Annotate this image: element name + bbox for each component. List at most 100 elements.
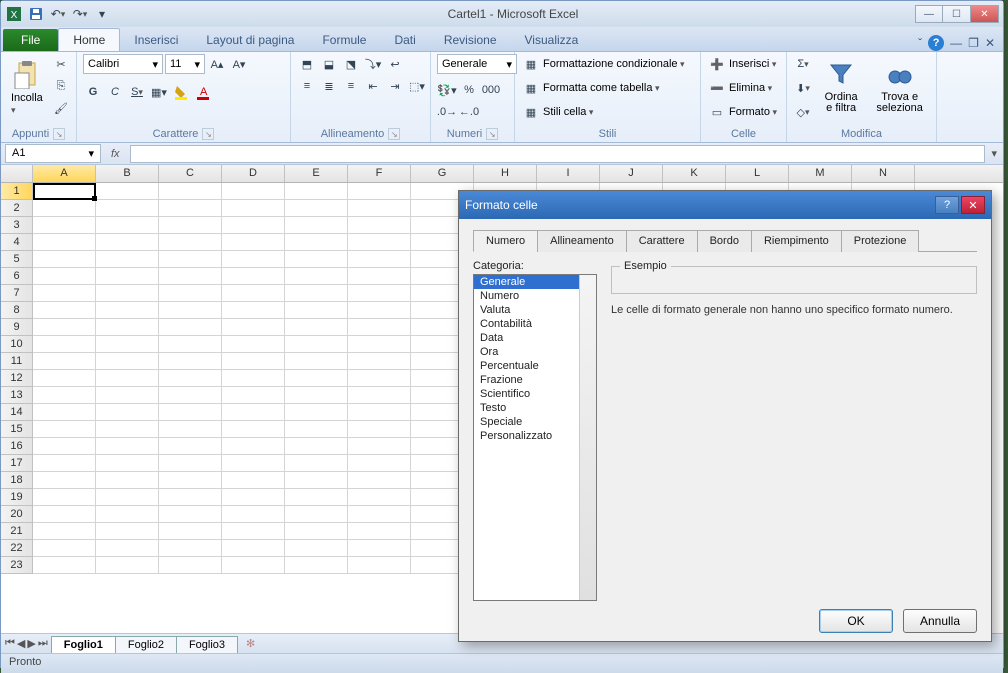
dlg-tab-protezione[interactable]: Protezione	[841, 230, 920, 252]
col-header[interactable]: J	[600, 165, 663, 182]
autosum-icon[interactable]: Σ	[793, 54, 813, 74]
align-bottom-icon[interactable]: ⬔	[341, 54, 361, 74]
dlg-tab-allineamento[interactable]: Allineamento	[537, 230, 627, 252]
workbook-restore-icon[interactable]: ❐	[968, 36, 979, 50]
tab-revisione[interactable]: Revisione	[430, 29, 511, 51]
row-header[interactable]: 2	[1, 200, 33, 217]
paste-button[interactable]: Incolla	[7, 54, 47, 120]
tab-layout[interactable]: Layout di pagina	[192, 29, 308, 51]
align-middle-icon[interactable]: ⬓	[319, 54, 339, 74]
font-color-button[interactable]: A	[193, 82, 213, 102]
maximize-button[interactable]: ☐	[943, 5, 971, 23]
list-item[interactable]: Personalizzato	[474, 429, 596, 443]
row-header[interactable]: 20	[1, 506, 33, 523]
row-header[interactable]: 21	[1, 523, 33, 540]
select-all-corner[interactable]	[1, 165, 33, 182]
name-box[interactable]: A1▾	[5, 144, 101, 163]
list-item[interactable]: Numero	[474, 289, 596, 303]
underline-button[interactable]: S	[127, 82, 147, 102]
launcher-carattere[interactable]: ↘	[202, 128, 214, 140]
row-header[interactable]: 19	[1, 489, 33, 506]
close-button[interactable]: ✕	[971, 5, 999, 23]
merge-icon[interactable]: ⬚▾	[407, 76, 427, 96]
sort-filter-button[interactable]: Ordina e filtra	[817, 54, 865, 118]
new-sheet-icon[interactable]: ✻	[238, 637, 263, 650]
fill-color-button[interactable]	[171, 82, 191, 102]
dlg-tab-numero[interactable]: Numero	[473, 230, 538, 252]
dlg-tab-carattere[interactable]: Carattere	[626, 230, 698, 252]
workbook-minimize-icon[interactable]: —	[950, 36, 962, 50]
row-header[interactable]: 9	[1, 319, 33, 336]
category-listbox[interactable]: GeneraleNumeroValutaContabilitàDataOraPe…	[473, 274, 597, 601]
row-header[interactable]: 4	[1, 234, 33, 251]
delete-cell-button[interactable]: Elimina	[729, 82, 772, 94]
file-tab[interactable]: File	[3, 29, 58, 51]
cond-format-button[interactable]: Formattazione condizionale	[543, 58, 685, 70]
list-item[interactable]: Scientifico	[474, 387, 596, 401]
list-item[interactable]: Testo	[474, 401, 596, 415]
row-header[interactable]: 17	[1, 455, 33, 472]
align-top-icon[interactable]: ⬒	[297, 54, 317, 74]
sheet-tab-1[interactable]: Foglio1	[51, 636, 116, 653]
orientation-icon[interactable]: ⤵▾	[363, 54, 383, 74]
italic-button[interactable]: C	[105, 82, 125, 102]
dialog-close-button[interactable]: ✕	[961, 196, 985, 214]
row-header[interactable]: 13	[1, 387, 33, 404]
fx-icon[interactable]: fx	[105, 148, 126, 160]
tab-formule[interactable]: Formule	[308, 29, 380, 51]
col-header[interactable]: K	[663, 165, 726, 182]
workbook-close-icon[interactable]: ✕	[985, 36, 995, 50]
row-header[interactable]: 16	[1, 438, 33, 455]
align-center-icon[interactable]: ≣	[319, 76, 339, 96]
launcher-allineamento[interactable]: ↘	[388, 128, 400, 140]
row-header[interactable]: 1	[1, 183, 33, 200]
border-button[interactable]: ▦▾	[149, 82, 169, 102]
sheet-nav-first-icon[interactable]: ⏮	[5, 637, 15, 650]
list-item[interactable]: Data	[474, 331, 596, 345]
dec-decimal-icon[interactable]: ←.0	[459, 102, 479, 122]
cut-icon[interactable]: ✂	[51, 54, 71, 74]
indent-inc-icon[interactable]: ⇥	[385, 76, 405, 96]
formula-expand-icon[interactable]: ▾	[985, 147, 1003, 160]
launcher-numeri[interactable]: ↘	[486, 128, 498, 140]
insert-cell-button[interactable]: Inserisci	[729, 58, 776, 70]
undo-icon[interactable]: ↶	[49, 5, 67, 23]
find-select-button[interactable]: Trova e seleziona	[869, 54, 930, 118]
number-format-select[interactable]: Generale▾	[437, 54, 517, 74]
col-header[interactable]: G	[411, 165, 474, 182]
help-icon[interactable]: ?	[928, 35, 944, 51]
save-icon[interactable]	[27, 5, 45, 23]
row-header[interactable]: 5	[1, 251, 33, 268]
list-item[interactable]: Contabilità	[474, 317, 596, 331]
table-format-button[interactable]: Formatta come tabella	[543, 82, 659, 94]
col-header[interactable]: N	[852, 165, 915, 182]
row-header[interactable]: 10	[1, 336, 33, 353]
sheet-nav-prev-icon[interactable]: ◀	[17, 637, 25, 650]
redo-icon[interactable]: ↷	[71, 5, 89, 23]
col-header[interactable]: D	[222, 165, 285, 182]
tab-dati[interactable]: Dati	[380, 29, 429, 51]
bold-button[interactable]: G	[83, 82, 103, 102]
dialog-help-button[interactable]: ?	[935, 196, 959, 214]
list-item[interactable]: Generale	[474, 275, 596, 289]
row-header[interactable]: 12	[1, 370, 33, 387]
fontsize-select[interactable]: 11▾	[165, 54, 205, 74]
dialog-titlebar[interactable]: Formato celle ? ✕	[459, 191, 991, 219]
currency-icon[interactable]: 💱▾	[437, 80, 457, 100]
sheet-nav-next-icon[interactable]: ▶	[27, 637, 35, 650]
row-header[interactable]: 7	[1, 285, 33, 302]
col-header[interactable]: M	[789, 165, 852, 182]
list-item[interactable]: Valuta	[474, 303, 596, 317]
tab-inserisci[interactable]: Inserisci	[120, 29, 192, 51]
align-left-icon[interactable]: ≡	[297, 76, 317, 96]
grow-font-icon[interactable]: A▴	[207, 54, 227, 74]
cell-styles-button[interactable]: Stili cella	[543, 106, 593, 118]
qat-customize-icon[interactable]: ▾	[93, 5, 111, 23]
col-header[interactable]: E	[285, 165, 348, 182]
fill-icon[interactable]: ⬇	[793, 78, 813, 98]
dlg-tab-riempimento[interactable]: Riempimento	[751, 230, 842, 252]
row-header[interactable]: 14	[1, 404, 33, 421]
format-painter-icon[interactable]: 🖌	[51, 98, 71, 118]
row-header[interactable]: 11	[1, 353, 33, 370]
list-item[interactable]: Percentuale	[474, 359, 596, 373]
